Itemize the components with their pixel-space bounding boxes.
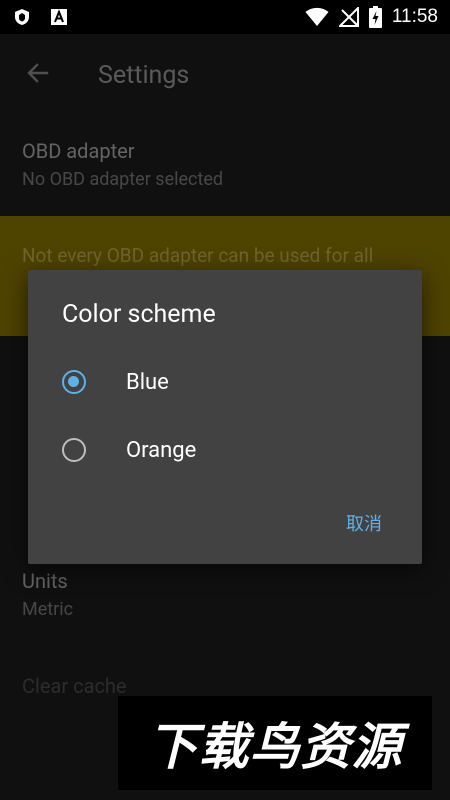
battery-charging-icon: [368, 6, 382, 28]
a-box-icon: [50, 8, 68, 26]
status-bar: 11:58: [0, 0, 450, 34]
radio-unselected[interactable]: [62, 438, 86, 462]
dialog-title: Color scheme: [62, 300, 216, 329]
no-signal-icon: [338, 7, 359, 27]
cancel-button[interactable]: 取消: [346, 510, 382, 536]
shield-icon: [14, 8, 30, 26]
watermark: 下载鸟资源: [118, 696, 432, 790]
radio-selected[interactable]: [62, 370, 86, 394]
watermark-text: 下载鸟资源: [147, 718, 403, 776]
wifi-icon: [305, 7, 329, 27]
status-time: 11:58: [391, 6, 438, 27]
option-label: Blue: [126, 369, 169, 395]
option-blue[interactable]: Blue: [28, 349, 422, 415]
option-orange[interactable]: Orange: [28, 417, 422, 483]
color-scheme-dialog: Color scheme Blue Orange 取消: [28, 270, 422, 564]
option-label: Orange: [126, 437, 197, 463]
settings-screen: 11:58 Settings OBD adapter No OBD adapte…: [0, 0, 450, 800]
